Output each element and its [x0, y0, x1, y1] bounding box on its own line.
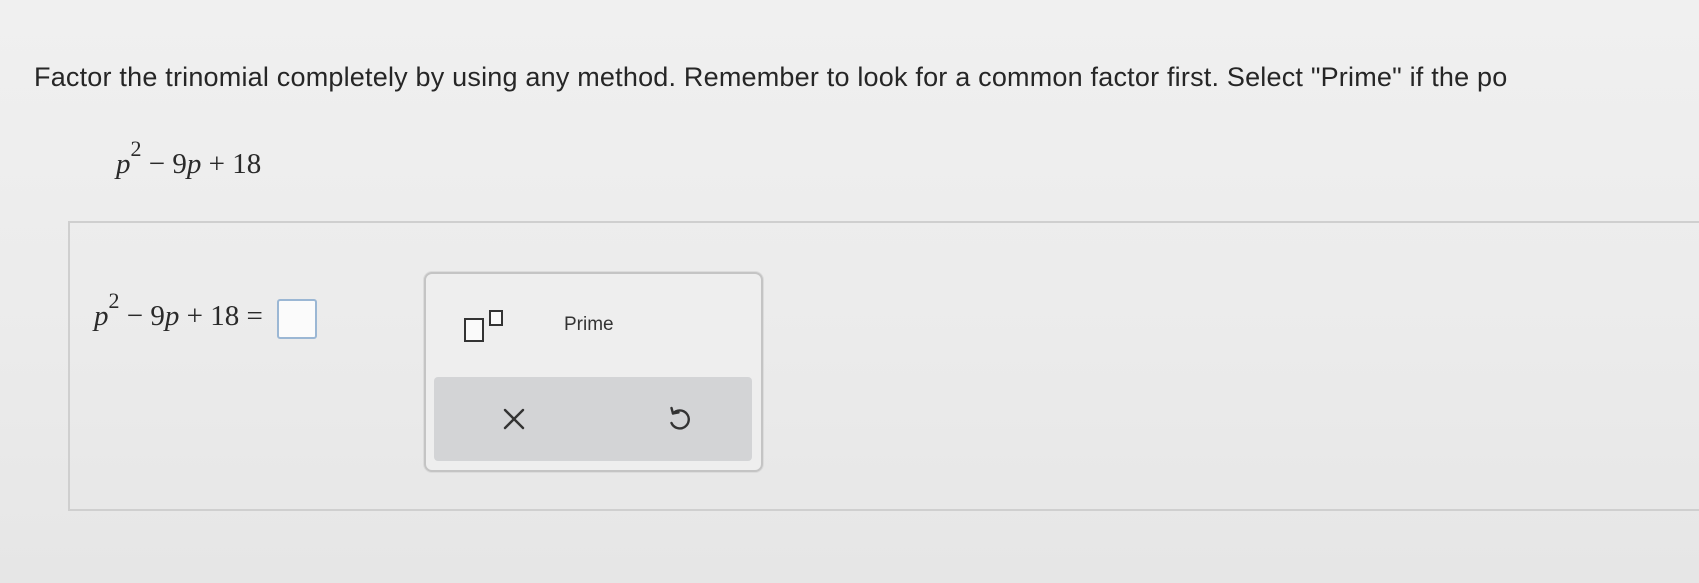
answer-panel: [68, 221, 1699, 511]
equals-sign: =: [246, 299, 263, 332]
close-icon: [503, 408, 525, 430]
question-instructions: Factor the trinomial completely by using…: [34, 62, 1508, 92]
answer-equation: p2 − 9p + 18 =: [94, 289, 317, 339]
constant-term: + 18: [208, 148, 262, 180]
middle-term-coefficient: − 9: [148, 148, 187, 180]
exponent-template-button[interactable]: [458, 304, 512, 344]
answer-middle-coefficient: − 9: [126, 299, 165, 332]
palette-action-bar: [434, 377, 752, 461]
base-box-icon: [464, 318, 484, 342]
undo-icon: [670, 406, 690, 430]
answer-variable-p: p: [94, 299, 109, 332]
variable-p: p: [116, 148, 131, 180]
prime-button[interactable]: Prime: [556, 310, 622, 340]
answer-input[interactable]: [276, 299, 317, 339]
math-palette: Prime: [424, 272, 763, 472]
power-box-icon: [489, 310, 503, 326]
clear-button[interactable]: [490, 397, 538, 441]
middle-term-variable: p: [186, 148, 202, 180]
undo-button[interactable]: [655, 397, 703, 441]
answer-exponent: 2: [108, 287, 120, 313]
answer-constant: + 18: [186, 299, 240, 332]
given-trinomial: p2 − 9p + 18: [116, 138, 262, 181]
answer-middle-variable: p: [164, 299, 180, 332]
exponent: 2: [130, 136, 142, 162]
